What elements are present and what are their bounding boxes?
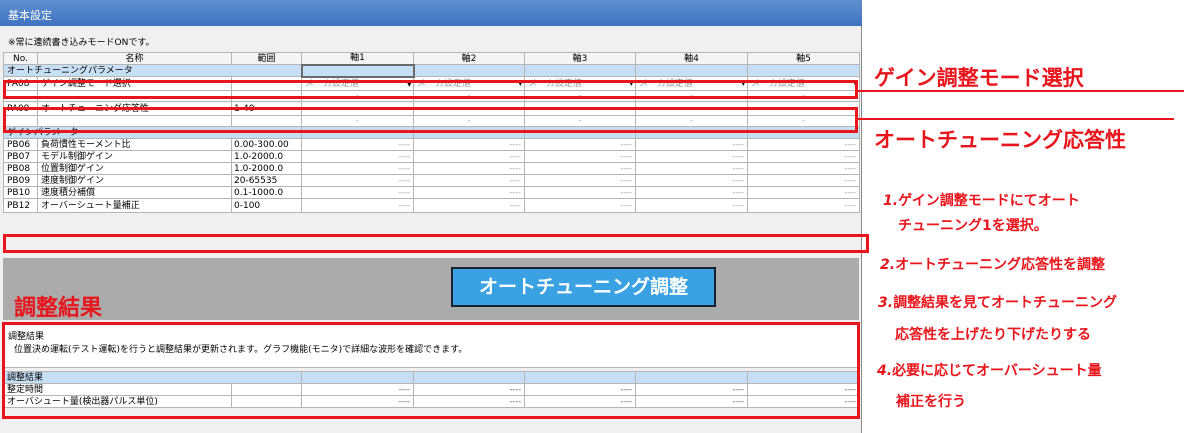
section-auto-tuning: オートチューニングパラメータ <box>3 63 860 78</box>
step-3: 3.調整結果を見てオートチューニング <box>878 295 1118 311</box>
table-row-pb08[interactable]: PB08 位置制御ゲイン 1.0-2000.0 ---- ---- ---- ---- --… <box>3 162 860 175</box>
col-axis2: 軸2 <box>413 52 525 65</box>
step-1: 1.ゲイン調整モードにてオート <box>883 193 1080 209</box>
step-4-line2: 補正を行う <box>896 394 966 410</box>
header-row: No. 名称 範囲 軸1 軸2 軸3 軸4 軸5 <box>3 52 860 65</box>
step-3-line2: 応答性を上げたり下げたりする <box>895 327 1091 343</box>
annotation-response: オートチューニング応答性 <box>874 128 1126 152</box>
col-name: 名称 <box>37 52 232 65</box>
col-axis1: 軸1 <box>301 52 414 65</box>
auto-tuning-button[interactable]: オートチューニング調整 <box>451 267 716 307</box>
col-range: 範囲 <box>231 52 302 65</box>
step-2: 2.オートチューニング応答性を調整 <box>880 257 1106 273</box>
selected-cell[interactable] <box>300 63 415 78</box>
highlight-gain-mode <box>3 80 858 99</box>
result-label: 調整結果 <box>14 296 103 321</box>
highlight-result <box>2 322 860 419</box>
table-row-pb12[interactable]: PB12 オーバーシュート量補正 0-100 ---- ---- ---- ---- ---… <box>3 198 860 213</box>
col-no: No. <box>3 52 38 65</box>
table-row-pb06[interactable]: PB06 負荷慣性モーメント比 0.00-300.00 ---- ---- ---- --… <box>3 138 860 151</box>
col-axis4: 軸4 <box>635 52 748 65</box>
notice-text: ※常に連続書き込みモードONです。 <box>8 38 155 48</box>
annotation-gain-mode: ゲイン調整モード選択 <box>874 66 1084 90</box>
table-row-pb10[interactable]: PB10 速度積分補償 0.1-1000.0 ---- ---- ---- ---- ---… <box>3 186 860 199</box>
step-4: 4.必要に応じてオーバーシュート量 <box>877 363 1102 379</box>
table-row-pb09[interactable]: PB09 速度制御ゲイン 20-65535 ---- ---- ---- ---- ---- <box>3 174 860 187</box>
col-axis3: 軸3 <box>524 52 636 65</box>
gray-panel <box>3 258 859 320</box>
table-row-pb07[interactable]: PB07 モデル制御ゲイン 1.0-2000.0 ---- ---- ---- ---- -… <box>3 150 860 163</box>
col-axis5: 軸5 <box>747 52 860 65</box>
highlight-overshoot <box>3 234 869 253</box>
highlight-response <box>3 107 858 133</box>
underline-response <box>858 118 1174 120</box>
window-title: 基本設定 <box>0 0 862 26</box>
step-1-line2: チューニング1を選択。 <box>898 218 1048 234</box>
